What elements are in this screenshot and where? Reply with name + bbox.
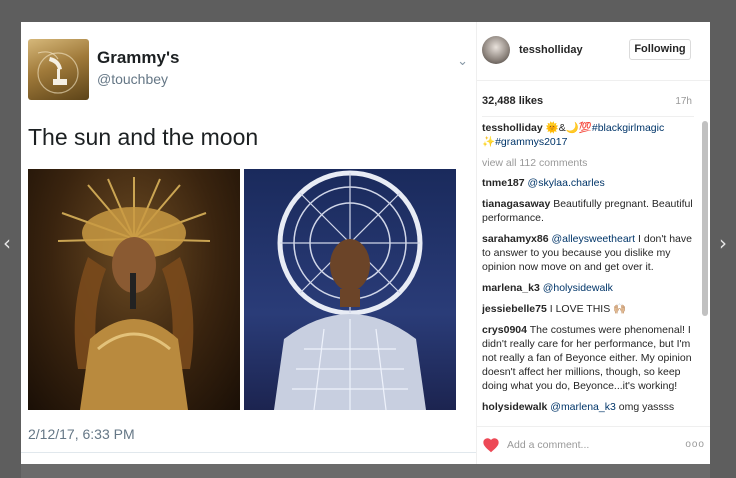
tweet-photo-sun[interactable] xyxy=(28,169,240,410)
gramophone-logo-icon xyxy=(37,51,79,94)
next-arrow[interactable]: › xyxy=(716,232,730,254)
comment-mention[interactable]: @marlena_k3 xyxy=(550,401,616,413)
more-options-icon[interactable]: ooo xyxy=(685,439,705,450)
next-post-preview-strip xyxy=(21,464,710,478)
comment-username[interactable]: marlena_k3 xyxy=(482,282,540,294)
tweet-photo-moon[interactable] xyxy=(244,169,456,410)
ig-header: tessholliday Following xyxy=(477,22,710,81)
comments-scrollbar[interactable] xyxy=(702,121,708,316)
silver-halo-performer-image xyxy=(274,170,426,410)
golden-headdress-performer-image xyxy=(57,177,211,410)
ig-username[interactable]: tessholliday xyxy=(519,44,583,56)
add-comment-input[interactable]: Add a comment... xyxy=(507,439,589,451)
post-modal: Grammy's @touchbey ⌄ The sun and the moo… xyxy=(21,22,710,464)
caption-emoji-text: 🌞&🌙💯 xyxy=(542,122,592,134)
comment-username[interactable]: tnme187 xyxy=(482,177,525,189)
tweet-display-name[interactable]: Grammy's xyxy=(97,48,179,68)
comment-item: holysidewalk @marlena_k3 omg yassss xyxy=(482,400,700,414)
comment-username[interactable]: sarahamyx86 xyxy=(482,233,549,245)
comment-mention[interactable]: @skylaa.charles xyxy=(528,177,605,189)
comment-item: tnme187 @skylaa.charles xyxy=(482,176,700,190)
tweet-header: Grammy's @touchbey ⌄ xyxy=(28,39,468,101)
tweet-handle[interactable]: @touchbey xyxy=(97,71,168,87)
post-time[interactable]: 17h xyxy=(675,96,692,107)
ig-avatar[interactable] xyxy=(482,36,510,64)
comment-item: sarahamyx86 @alleysweetheart I don't hav… xyxy=(482,232,700,274)
caption-sparkle-text: ✨ xyxy=(482,136,496,148)
tweet-timestamp[interactable]: 2/12/17, 6:33 PM xyxy=(28,426,135,442)
comment-item: jessiebelle75 I LOVE THIS 🙌🏼 xyxy=(482,302,700,316)
tweet-divider xyxy=(21,452,476,453)
tweet-avatar[interactable] xyxy=(28,39,89,100)
hashtag-link[interactable]: #grammys2017 xyxy=(495,136,567,148)
chevron-down-icon[interactable]: ⌄ xyxy=(457,53,468,69)
comment-item: marlena_k3 @holysidewalk xyxy=(482,281,700,295)
comment-username[interactable]: crys0904 xyxy=(482,324,527,336)
following-button[interactable]: Following xyxy=(629,39,691,60)
comment-username[interactable]: holysidewalk xyxy=(482,401,547,413)
comment-text: I LOVE THIS 🙌🏼 xyxy=(546,303,627,315)
heart-icon[interactable] xyxy=(482,437,500,453)
tweet-card: Grammy's @touchbey ⌄ The sun and the moo… xyxy=(21,22,476,464)
comment-username[interactable]: jessiebelle75 xyxy=(482,303,547,315)
view-all-comments-link[interactable]: view all 112 comments xyxy=(482,156,700,170)
caption: tessholliday 🌞&🌙💯#blackgirlmagic ✨#gramm… xyxy=(482,121,700,149)
comment-mention[interactable]: @alleysweetheart xyxy=(551,233,635,245)
hashtag-link[interactable]: #blackgirlmagic xyxy=(592,122,664,134)
likes-count[interactable]: 32,488 likes xyxy=(482,95,543,107)
comment-item: tianagasaway Beautifully pregnant. Beaut… xyxy=(482,197,700,225)
comment-item: crys0904 The costumes were phenomenal! I… xyxy=(482,323,700,393)
tweet-text: The sun and the moon xyxy=(28,124,259,150)
comment-bar: Add a comment... ooo xyxy=(477,426,710,464)
instagram-panel: tessholliday Following 32,488 likes 17h … xyxy=(476,22,710,464)
comments-list[interactable]: tessholliday 🌞&🌙💯#blackgirlmagic ✨#gramm… xyxy=(482,121,700,415)
ig-separator xyxy=(482,116,694,117)
caption-username[interactable]: tessholliday xyxy=(482,122,543,134)
comment-username[interactable]: tianagasaway xyxy=(482,198,550,210)
previous-arrow[interactable]: ‹ xyxy=(0,232,14,254)
comment-mention[interactable]: @holysidewalk xyxy=(543,282,613,294)
comment-text: omg yassss xyxy=(615,401,675,413)
